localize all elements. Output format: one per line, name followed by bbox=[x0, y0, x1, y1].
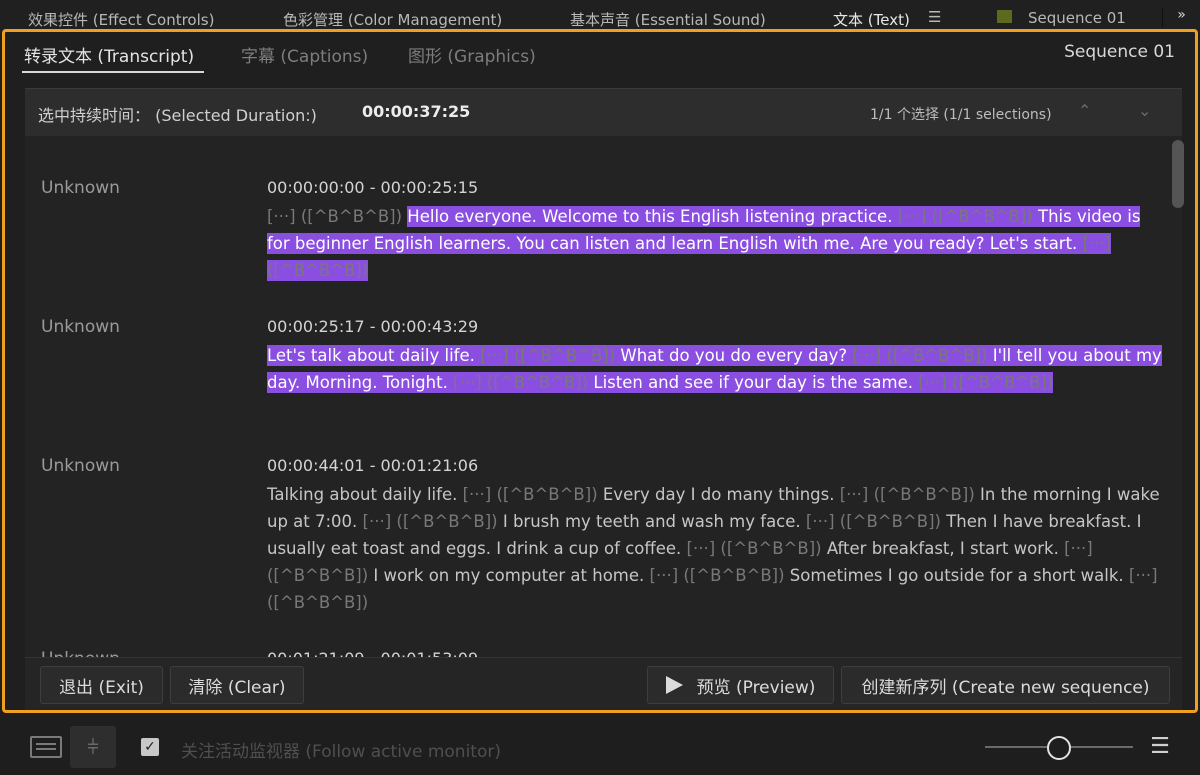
pause-marker[interactable]: [···] ([^B^B^B]) bbox=[480, 345, 616, 366]
play-icon bbox=[665, 676, 683, 694]
create-new-sequence-button[interactable]: 创建新序列 (Create new sequence) bbox=[841, 666, 1170, 704]
tab-sequence[interactable]: Sequence 01 bbox=[1028, 9, 1126, 27]
transcript-segment[interactable]: Talking about daily life. bbox=[267, 485, 463, 504]
transcript-list: Unknown 00:00:00:00 - 00:00:25:15 [···] … bbox=[25, 136, 1182, 657]
transcript-segment[interactable]: Let's talk about daily life. bbox=[267, 345, 481, 366]
transcript-segment[interactable]: After breakfast, I start work. bbox=[822, 539, 1065, 558]
pause-marker[interactable]: [···] ([^B^B^B]) bbox=[840, 485, 975, 504]
speaker-label[interactable]: Unknown bbox=[41, 649, 120, 657]
transcript-segment[interactable]: Every day I do many things. bbox=[598, 485, 840, 504]
pause-marker[interactable]: [···] ([^B^B^B]) bbox=[363, 512, 498, 531]
pause-marker[interactable]: [···] ([^B^B^B]) bbox=[453, 372, 589, 393]
speaker-label[interactable]: Unknown bbox=[41, 178, 120, 198]
zoom-slider-knob[interactable] bbox=[1047, 736, 1071, 760]
selected-duration-value: 00:00:37:25 bbox=[362, 102, 471, 121]
preview-button-label: 预览 (Preview) bbox=[696, 677, 816, 698]
follow-monitor-label: 关注活动监视器 (Follow active monitor) bbox=[181, 742, 501, 762]
pause-marker[interactable]: [···] ([^B^B^B]) bbox=[897, 206, 1033, 227]
transcript-text[interactable]: Talking about daily life. [···] ([^B^B^B… bbox=[267, 481, 1162, 616]
pause-marker[interactable]: [···] ([^B^B^B]) bbox=[650, 566, 785, 585]
text-panel: 转录文本 (Transcript) 字幕 (Captions) 图形 (Grap… bbox=[2, 29, 1198, 713]
selected-duration-bar: 选中持续时间： (Selected Duration:) 00:00:37:25… bbox=[25, 88, 1182, 136]
block-timecode: 00:01:21:09 - 00:01:53:09 bbox=[267, 649, 478, 657]
transcript-segment[interactable]: Hello everyone. Welcome to this English … bbox=[407, 206, 898, 227]
pause-marker[interactable]: [···] ([^B^B^B]) bbox=[687, 539, 822, 558]
pause-marker[interactable]: [···] ([^B^B^B]) bbox=[463, 485, 598, 504]
bottom-toolbar: ⫩ ✓ 关注活动监视器 (Follow active monitor) ☰ bbox=[0, 714, 1200, 775]
transcript-segment[interactable]: Sometimes I go outside for a short walk. bbox=[785, 566, 1129, 585]
selected-duration-label: 选中持续时间： (Selected Duration:) bbox=[38, 106, 317, 125]
top-tab-strip: 效果控件 (Effect Controls) 色彩管理 (Color Manag… bbox=[0, 0, 1200, 32]
tab-essential-sound[interactable]: 基本声音 (Essential Sound) bbox=[570, 9, 766, 30]
follow-monitor-checkbox[interactable]: ✓ bbox=[141, 738, 159, 756]
tab-graphics[interactable]: 图形 (Graphics) bbox=[408, 42, 536, 67]
panel-tab-bar: 转录文本 (Transcript) 字幕 (Captions) 图形 (Grap… bbox=[5, 32, 1195, 76]
pause-marker[interactable]: [···] ([^B^B^B]) bbox=[852, 345, 988, 366]
block-timecode: 00:00:44:01 - 00:01:21:06 bbox=[267, 456, 479, 475]
sequence-color-swatch bbox=[997, 10, 1012, 23]
transcript-text[interactable]: Let's talk about daily life. [···] ([^B^… bbox=[267, 342, 1162, 396]
transcript-segment[interactable]: Listen and see if your day is the same. bbox=[588, 372, 919, 393]
panel-sequence-name: Sequence 01 bbox=[1064, 42, 1175, 62]
settings-sliders-icon[interactable]: ☰ bbox=[1146, 734, 1174, 760]
tab-captions[interactable]: 字幕 (Captions) bbox=[241, 42, 368, 67]
selection-count: 1/1 个选择 (1/1 selections) bbox=[870, 107, 1052, 123]
panel-footer: 退出 (Exit) 清除 (Clear) 预览 (Preview) 创建新序列 … bbox=[25, 657, 1182, 710]
chevron-up-icon[interactable]: ⌃ bbox=[1078, 101, 1091, 120]
tab-transcript[interactable]: 转录文本 (Transcript) bbox=[24, 42, 194, 67]
speaker-label[interactable]: Unknown bbox=[41, 317, 120, 337]
pause-marker[interactable]: [···] ([^B^B^B]) bbox=[267, 207, 402, 226]
pause-marker[interactable]: [···] ([^B^B^B]) bbox=[918, 372, 1054, 393]
transcript-text[interactable]: [···] ([^B^B^B]) Hello everyone. Welcome… bbox=[267, 203, 1162, 284]
chevron-double-right-icon[interactable]: » bbox=[1162, 7, 1200, 27]
tab-effect-controls[interactable]: 效果控件 (Effect Controls) bbox=[28, 9, 214, 30]
exit-button[interactable]: 退出 (Exit) bbox=[40, 666, 163, 704]
transcript-segment[interactable]: I brush my teeth and wash my face. bbox=[498, 512, 806, 531]
transcript-segment[interactable]: I work on my computer at home. bbox=[368, 566, 649, 585]
chevron-down-icon[interactable]: ⌄ bbox=[1138, 101, 1151, 120]
block-timecode: 00:00:00:00 - 00:00:25:15 bbox=[267, 178, 479, 197]
tab-color-management[interactable]: 色彩管理 (Color Management) bbox=[283, 9, 502, 30]
transcript-scrollbar[interactable] bbox=[1172, 140, 1184, 208]
pause-marker[interactable]: [···] ([^B^B^B]) bbox=[806, 512, 941, 531]
tab-text[interactable]: 文本 (Text) bbox=[833, 9, 910, 30]
preview-button[interactable]: 预览 (Preview) bbox=[647, 666, 834, 704]
active-tab-underline bbox=[22, 71, 204, 73]
speaker-label[interactable]: Unknown bbox=[41, 456, 120, 476]
hamburger-menu-icon[interactable]: ☰ bbox=[928, 8, 941, 26]
split-icon[interactable]: ⫩ bbox=[70, 726, 116, 768]
timeline-icon[interactable] bbox=[30, 736, 62, 758]
transcript-segment[interactable]: What do you do every day? bbox=[615, 345, 853, 366]
clear-button[interactable]: 清除 (Clear) bbox=[170, 666, 304, 704]
block-timecode: 00:00:25:17 - 00:00:43:29 bbox=[267, 317, 479, 336]
